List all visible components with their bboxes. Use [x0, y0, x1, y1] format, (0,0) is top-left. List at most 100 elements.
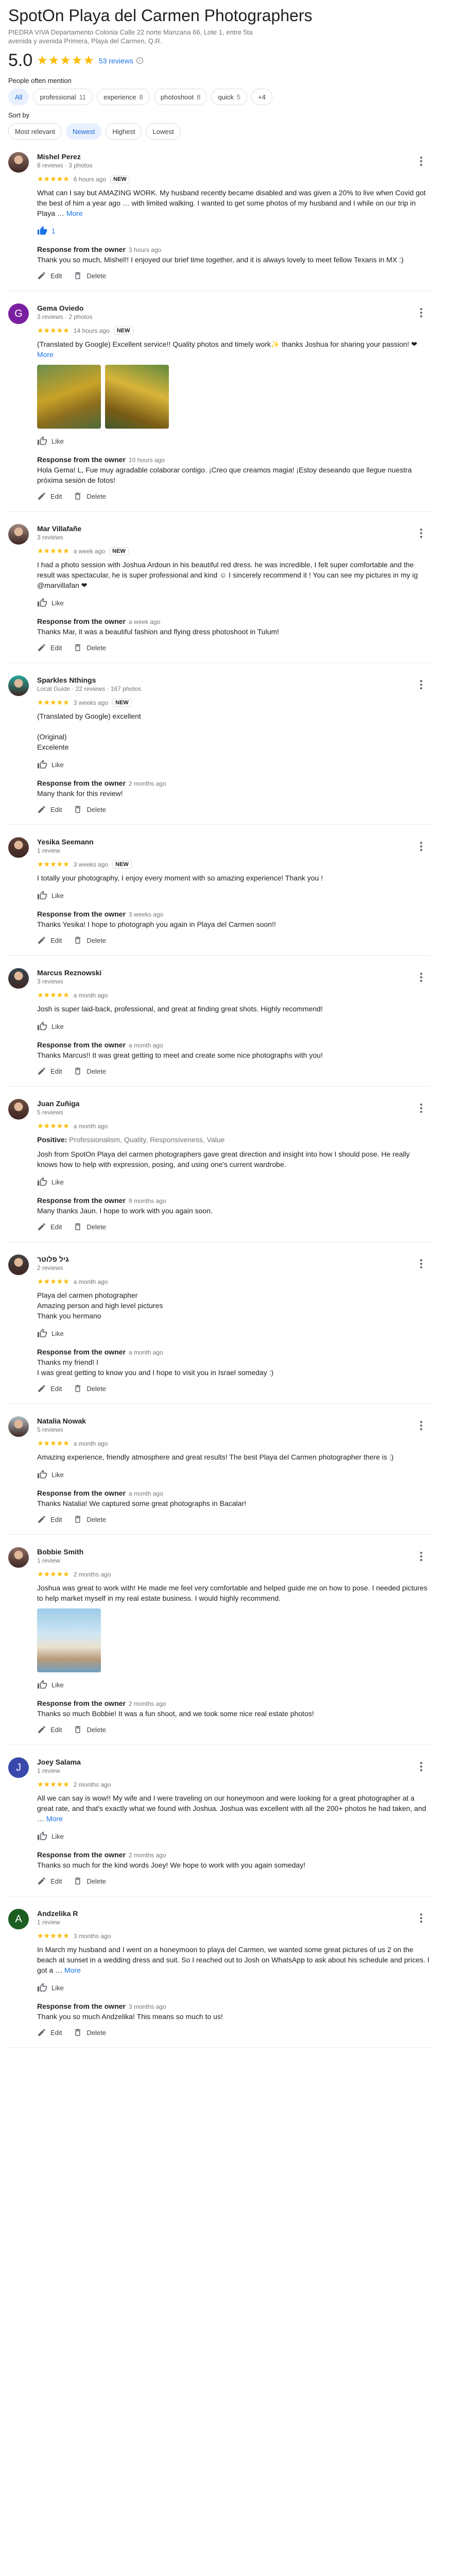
- info-icon[interactable]: i: [136, 57, 143, 64]
- delete-button[interactable]: Delete: [73, 1725, 106, 1734]
- more-options-icon[interactable]: [415, 1258, 427, 1270]
- avatar[interactable]: G: [8, 303, 29, 324]
- delete-button[interactable]: Delete: [73, 492, 106, 501]
- like-button[interactable]: Like: [37, 890, 431, 901]
- like-button[interactable]: Like: [37, 1680, 431, 1690]
- review-photo[interactable]: [105, 365, 169, 429]
- edit-button[interactable]: Edit: [37, 1066, 62, 1076]
- edit-button[interactable]: Edit: [37, 1876, 62, 1886]
- more-options-icon[interactable]: [415, 1419, 427, 1432]
- like-button[interactable]: Like: [37, 1831, 431, 1841]
- owner-response-title: Response from the owner 2 months ago: [37, 779, 431, 787]
- delete-button[interactable]: Delete: [73, 1222, 106, 1231]
- reviewer-name[interactable]: Andzelika R: [37, 1909, 431, 1918]
- more-link[interactable]: More: [64, 1966, 81, 1974]
- avatar[interactable]: J: [8, 1757, 29, 1778]
- like-button[interactable]: 1: [37, 226, 431, 236]
- review-text: Amazing experience, friendly atmosphere …: [37, 1452, 431, 1462]
- delete-button[interactable]: Delete: [73, 936, 106, 945]
- chip-more[interactable]: +4: [251, 89, 272, 105]
- more-options-icon[interactable]: [415, 1102, 427, 1114]
- avatar[interactable]: [8, 524, 29, 545]
- reviewer-name[interactable]: Joey Salama: [37, 1757, 431, 1767]
- avatar[interactable]: A: [8, 1909, 29, 1929]
- edit-button[interactable]: Edit: [37, 1222, 62, 1231]
- delete-label: Delete: [86, 1223, 106, 1231]
- avatar[interactable]: [8, 837, 29, 858]
- avatar[interactable]: [8, 1255, 29, 1275]
- more-options-icon[interactable]: [415, 1912, 427, 1924]
- avatar[interactable]: [8, 1416, 29, 1437]
- more-options-icon[interactable]: [415, 527, 427, 539]
- reviewer-name[interactable]: Natalia Nowak: [37, 1416, 431, 1426]
- delete-button[interactable]: Delete: [73, 643, 106, 652]
- reviewer-name[interactable]: Gema Oviedo: [37, 303, 431, 313]
- like-button[interactable]: Like: [37, 759, 431, 770]
- delete-button[interactable]: Delete: [73, 1515, 106, 1524]
- like-button[interactable]: Like: [37, 1177, 431, 1187]
- more-options-icon[interactable]: [415, 155, 427, 167]
- sort-lowest[interactable]: Lowest: [146, 123, 181, 140]
- thumbs-up-icon: [37, 1328, 47, 1337]
- like-button[interactable]: Like: [37, 436, 431, 446]
- chip-professional[interactable]: professional 11: [33, 89, 93, 105]
- avatar[interactable]: [8, 968, 29, 989]
- chip-quick[interactable]: quick 5: [211, 89, 248, 105]
- avatar[interactable]: [8, 152, 29, 173]
- like-button[interactable]: Like: [37, 1328, 431, 1338]
- owner-response-label: Response from the owner: [37, 455, 126, 464]
- delete-button[interactable]: Delete: [73, 2028, 106, 2037]
- avatar[interactable]: [8, 1099, 29, 1120]
- avatar[interactable]: [8, 1547, 29, 1568]
- review-photo[interactable]: [37, 365, 101, 429]
- edit-button[interactable]: Edit: [37, 271, 62, 280]
- sort-highest[interactable]: Highest: [106, 123, 142, 140]
- delete-button[interactable]: Delete: [73, 1876, 106, 1886]
- reviewer-name[interactable]: Juan Zuñiga: [37, 1099, 431, 1108]
- sort-newest[interactable]: Newest: [66, 123, 102, 140]
- edit-button[interactable]: Edit: [37, 1515, 62, 1524]
- reviewer-name[interactable]: גיל פלוטר: [37, 1255, 431, 1264]
- edit-button[interactable]: Edit: [37, 2028, 62, 2037]
- delete-button[interactable]: Delete: [73, 1384, 106, 1393]
- more-link[interactable]: More: [37, 350, 54, 359]
- more-options-icon[interactable]: [415, 1760, 427, 1773]
- review-count-link[interactable]: 53 reviews: [99, 57, 133, 65]
- reviewer-name[interactable]: Mishel Perez: [37, 152, 431, 161]
- like-button[interactable]: Like: [37, 1469, 431, 1480]
- reviewer-name[interactable]: Sparkles Nthings: [37, 675, 431, 685]
- reviewer-name[interactable]: Bobbie Smith: [37, 1547, 431, 1556]
- like-button[interactable]: Like: [37, 1021, 431, 1031]
- review-photo[interactable]: [37, 1608, 101, 1672]
- more-link[interactable]: More: [46, 1815, 63, 1823]
- sort-most-relevant[interactable]: Most relevant: [8, 123, 62, 140]
- edit-button[interactable]: Edit: [37, 1725, 62, 1734]
- review-card: Juan Zuñiga 5 reviews ★★★★★ a month ago Posi…: [8, 1087, 431, 1242]
- avatar[interactable]: [8, 675, 29, 696]
- like-button[interactable]: Like: [37, 598, 431, 608]
- chip-photoshoot[interactable]: photoshoot 8: [153, 89, 207, 105]
- edit-button[interactable]: Edit: [37, 805, 62, 814]
- delete-button[interactable]: Delete: [73, 271, 106, 280]
- edit-button[interactable]: Edit: [37, 1384, 62, 1393]
- review-card: A Andzelika R1 review ★★★★★ 3 months ago In …: [8, 1896, 431, 2048]
- chip-all[interactable]: All: [8, 89, 29, 105]
- chip-experience[interactable]: experience 8: [97, 89, 150, 105]
- edit-button[interactable]: Edit: [37, 643, 62, 652]
- more-options-icon[interactable]: [415, 971, 427, 984]
- reviewer-name[interactable]: Marcus Reznowski: [37, 968, 431, 977]
- rating-stars: ★★★★★: [37, 1780, 70, 1788]
- more-options-icon[interactable]: [415, 840, 427, 853]
- edit-button[interactable]: Edit: [37, 936, 62, 945]
- more-link[interactable]: More: [66, 209, 83, 217]
- delete-button[interactable]: Delete: [73, 1066, 106, 1076]
- reviewer-name[interactable]: Mar Villafañe: [37, 524, 431, 533]
- more-options-icon[interactable]: [415, 679, 427, 691]
- reviewer-name[interactable]: Yesika Seemann: [37, 837, 431, 846]
- more-options-icon[interactable]: [415, 1550, 427, 1563]
- edit-button[interactable]: Edit: [37, 492, 62, 501]
- like-button[interactable]: Like: [37, 1982, 431, 1993]
- delete-button[interactable]: Delete: [73, 805, 106, 814]
- like-label: Like: [51, 1832, 64, 1840]
- more-options-icon[interactable]: [415, 307, 427, 319]
